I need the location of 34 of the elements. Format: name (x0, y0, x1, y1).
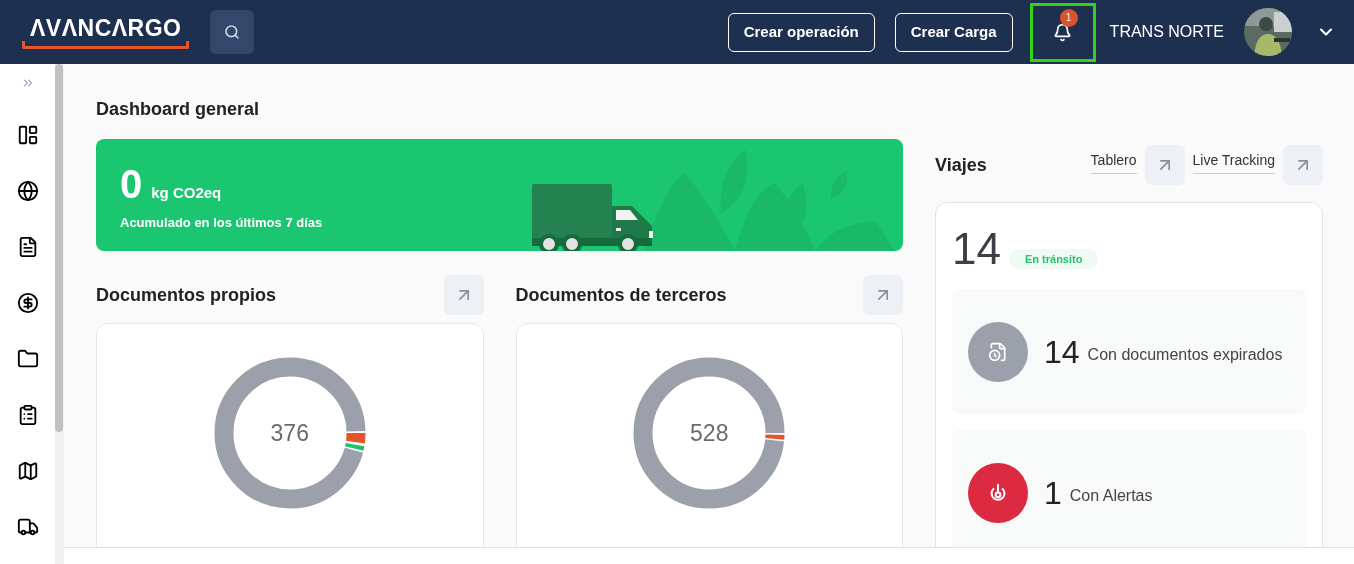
notifications-button[interactable]: 1 (1029, 2, 1096, 62)
globe-icon[interactable] (16, 180, 39, 202)
emissions-caption: Acumulado en los últimos 7 días (120, 214, 324, 232)
section-title: Documentos de terceros (515, 283, 727, 307)
folder-icon[interactable] (16, 348, 39, 370)
notification-count: 1 (1059, 8, 1078, 27)
in-transit-count: 14 (952, 225, 1001, 273)
stat-count: 14 (1044, 332, 1080, 372)
avatar[interactable] (1244, 8, 1292, 56)
search-button[interactable] (210, 10, 255, 54)
donut-total: 528 (690, 418, 729, 448)
scrollbar-thumb[interactable] (55, 64, 63, 432)
emissions-value: 0 (120, 161, 143, 207)
map-icon[interactable] (16, 460, 39, 482)
section-title: Viajes (935, 153, 988, 177)
link[interactable]: Tablero (1090, 150, 1137, 174)
company-name: TRANS NORTE (1109, 22, 1224, 42)
header-button[interactable]: Crear Carga (894, 12, 1013, 52)
emissions-unit: kg CO2eq (151, 183, 222, 203)
bell-icon (1053, 22, 1073, 42)
logo[interactable]: ΛVΛNCΛRGO (22, 15, 190, 49)
status-badge: En tránsito (1008, 248, 1099, 269)
page-title: Dashboard general (96, 98, 261, 120)
layout-icon[interactable] (16, 124, 39, 146)
link[interactable]: Live Tracking (1192, 150, 1275, 174)
dollar-icon[interactable] (16, 292, 39, 314)
search-icon (224, 24, 241, 40)
truck-icon[interactable] (16, 516, 39, 538)
stat-count: 1 (1044, 473, 1062, 513)
header-button[interactable]: Crear operación (727, 12, 875, 52)
stat-label: Con documentos expirados (1087, 344, 1283, 365)
donut-total: 376 (270, 418, 309, 448)
stat-label: Con Alertas (1069, 485, 1153, 506)
section-title: Documentos propios (96, 283, 276, 307)
